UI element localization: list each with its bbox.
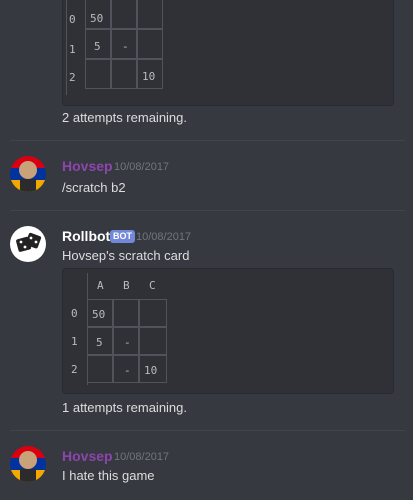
row-label: 2 <box>69 71 76 84</box>
grid-cell <box>111 0 137 29</box>
grid-cell: - <box>111 29 137 59</box>
message-text: I hate this game <box>62 468 155 483</box>
code-block: 0 50 1 5 - 2 10 <box>62 0 394 106</box>
timestamp: 10/08/2017 <box>136 231 192 243</box>
message-list: 0 50 1 5 - 2 10 2 attempts remaining. Ho… <box>0 0 413 500</box>
row-label: 0 <box>71 307 78 320</box>
avatar-flag-icon <box>10 446 46 482</box>
grid-cell: 5 <box>87 327 113 355</box>
grid-cell <box>113 299 139 327</box>
message-divider <box>10 140 405 141</box>
grid-cell <box>137 0 163 29</box>
grid-cell: 5 <box>85 29 111 59</box>
timestamp: 10/08/2017 <box>114 161 170 173</box>
message-text: Hovsep's scratch card <box>62 248 190 263</box>
grid-cell <box>139 299 167 327</box>
author-name[interactable]: Rollbot <box>62 228 110 244</box>
row-label: 2 <box>71 363 78 376</box>
grid-cell: - <box>113 327 139 355</box>
avatar[interactable] <box>10 226 46 262</box>
message-text: 2 attempts remaining. <box>62 110 188 125</box>
grid-cell <box>139 327 167 355</box>
message-divider <box>10 430 405 431</box>
grid-cell <box>111 59 137 89</box>
message-divider <box>10 210 405 211</box>
bot-badge: BOT <box>110 230 135 243</box>
message-text: /scratch b2 <box>62 180 126 195</box>
author-name[interactable]: Hovsep <box>62 158 113 174</box>
avatar[interactable] <box>10 156 46 192</box>
grid-cell: - <box>113 355 139 383</box>
message-text: 1 attempts remaining. <box>62 400 188 415</box>
grid-cell: 10 <box>139 355 167 383</box>
timestamp: 10/08/2017 <box>114 451 170 463</box>
column-header: A <box>97 279 104 292</box>
dice-icon <box>16 232 42 252</box>
grid-cell: 10 <box>137 59 163 89</box>
grid-cell <box>85 59 111 89</box>
grid-cell <box>137 29 163 59</box>
code-block: A B C 0 50 1 5 - 2 - 10 <box>62 268 394 394</box>
column-header: B <box>123 279 130 292</box>
grid-line <box>66 0 67 95</box>
grid-cell: 50 <box>87 299 113 327</box>
grid-cell: 50 <box>85 0 111 29</box>
avatar-flag-icon <box>10 156 46 192</box>
column-header: C <box>149 279 156 292</box>
avatar[interactable] <box>10 446 46 482</box>
row-label: 1 <box>69 43 76 56</box>
row-label: 1 <box>71 335 78 348</box>
author-name[interactable]: Hovsep <box>62 448 113 464</box>
grid-cell <box>87 355 113 383</box>
row-label: 0 <box>69 13 76 26</box>
